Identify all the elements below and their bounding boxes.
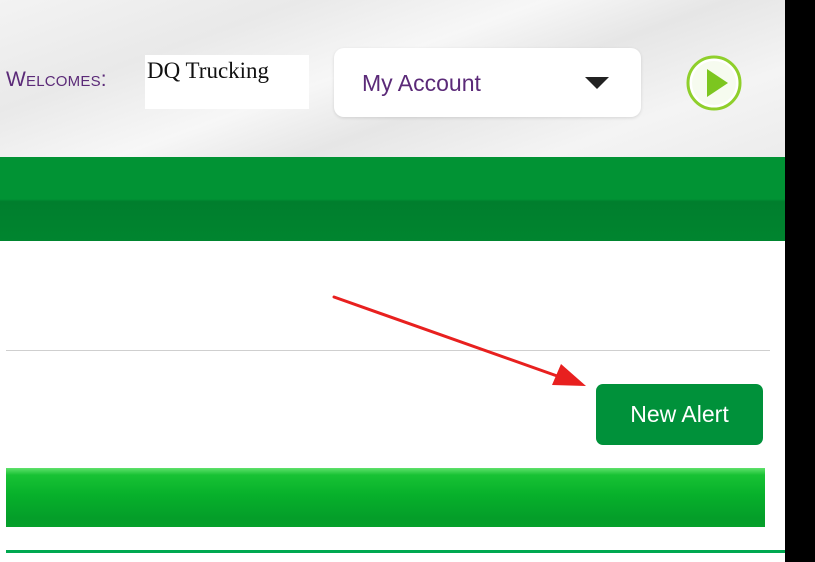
my-account-label: My Account — [362, 70, 481, 96]
section-divider — [6, 350, 770, 351]
my-account-dropdown[interactable]: My Account — [334, 48, 641, 117]
bottom-divider — [6, 550, 785, 553]
user-name: DQ Trucking — [147, 58, 270, 83]
play-circle-icon[interactable] — [684, 53, 744, 113]
welcomes-label: Welcomes: — [6, 68, 107, 91]
caret-down-icon — [585, 77, 609, 89]
site-header: Welcomes: DQ Trucking My Account — [0, 0, 785, 157]
screen-edge — [785, 0, 815, 562]
nav-band — [0, 157, 785, 241]
alerts-table-header — [6, 468, 765, 527]
new-alert-button[interactable]: New Alert — [596, 384, 763, 445]
